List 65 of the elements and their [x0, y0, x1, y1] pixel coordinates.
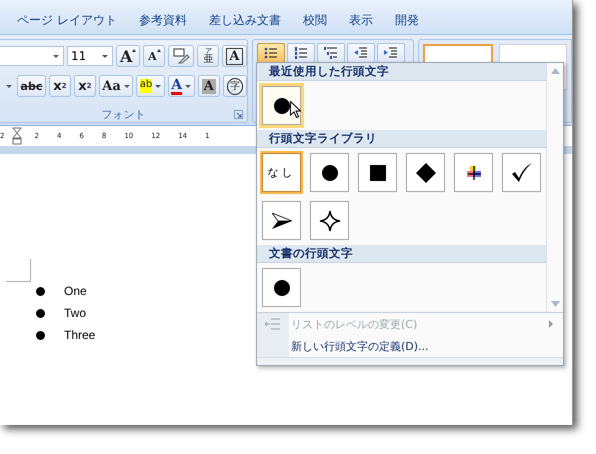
submenu-arrow-icon [549, 320, 553, 328]
section-header: 行頭文字ライブラリ [257, 130, 546, 148]
bullet-option[interactable] [262, 86, 301, 125]
numbered-list-icon [294, 46, 308, 60]
ribbon-tab[interactable]: 表示 [338, 10, 384, 30]
arrowhead-bullet-icon [272, 212, 292, 228]
ribbon-tab[interactable]: ページ レイアウト [6, 10, 128, 30]
character-shading-button[interactable]: A [198, 75, 220, 97]
bullet-icon [36, 330, 45, 340]
colored-cross-bullet-icon [466, 166, 480, 180]
diamond-bullet-icon [416, 162, 436, 182]
increase-indent-icon [384, 46, 398, 60]
menu-item[interactable]: 新しい行頭文字の定義(D)... [257, 335, 563, 357]
resize-grip[interactable] [257, 357, 563, 365]
bullet-icon [36, 308, 45, 318]
group-label: フォント [102, 107, 146, 122]
superscript-button[interactable]: x$^{2}$ [74, 75, 96, 97]
square-bullet-icon [370, 164, 386, 180]
ribbon-tab[interactable]: 開発 [384, 10, 430, 30]
bullet-option[interactable] [406, 153, 445, 192]
grow-font-button[interactable]: A [116, 45, 140, 67]
circle-bullet-icon [322, 164, 338, 180]
multilevel-list-icon [324, 46, 338, 60]
four-point-star-icon [318, 210, 340, 232]
section-header: 文書の行頭文字 [257, 245, 546, 263]
checkmark-bullet-icon [510, 162, 532, 182]
section-header: 最近使用した行頭文字 [257, 63, 546, 81]
mouse-pointer-icon [290, 101, 301, 118]
character-border-button[interactable]: A [222, 45, 247, 67]
clear-format-button[interactable] [168, 45, 194, 67]
ribbon-tab[interactable]: 差し込み文書 [198, 10, 292, 30]
ribbon-tab[interactable]: 校閲 [292, 10, 338, 30]
list-item: One [64, 284, 87, 298]
highlight-button[interactable]: ab [136, 75, 165, 97]
bullet-option[interactable] [310, 153, 349, 192]
strikethrough-button[interactable]: abc [17, 75, 46, 97]
bullet-option[interactable] [502, 153, 541, 192]
shrink-font-button[interactable]: A [143, 45, 166, 67]
ribbon-tab[interactable]: 参考資料 [128, 10, 198, 30]
font-color-button[interactable]: A [168, 75, 195, 97]
bullet-option[interactable]: なし [262, 153, 301, 192]
bullet-option[interactable] [358, 153, 397, 192]
list-item: Three [64, 328, 96, 342]
multilevel-button[interactable] [317, 43, 345, 63]
bullet-option[interactable] [262, 268, 301, 307]
decrease-indent-icon [354, 46, 368, 60]
bullet-list-icon [264, 46, 278, 60]
enclose-character-button[interactable]: 字 [222, 75, 247, 97]
numbering-button[interactable] [287, 43, 315, 63]
bullet-option[interactable] [454, 153, 493, 192]
margin-corner-mark [6, 259, 31, 282]
outdent-button[interactable] [347, 43, 375, 63]
circle-bullet-icon [274, 280, 290, 296]
list-level-icon [265, 318, 281, 330]
bullets-button[interactable] [257, 43, 285, 63]
circle-bullet-icon [274, 98, 290, 114]
bullet-option[interactable] [310, 201, 349, 240]
list-item: Two [64, 306, 86, 320]
bullet-icon [36, 286, 45, 296]
indent-marker-icon[interactable] [12, 127, 22, 145]
dialog-launcher-icon[interactable] [234, 110, 243, 119]
bullet-option[interactable] [262, 201, 301, 240]
indent-button[interactable] [377, 43, 405, 63]
font-size-dropdown[interactable]: 11 [67, 46, 113, 66]
change-case-button[interactable]: Aa [98, 75, 134, 97]
